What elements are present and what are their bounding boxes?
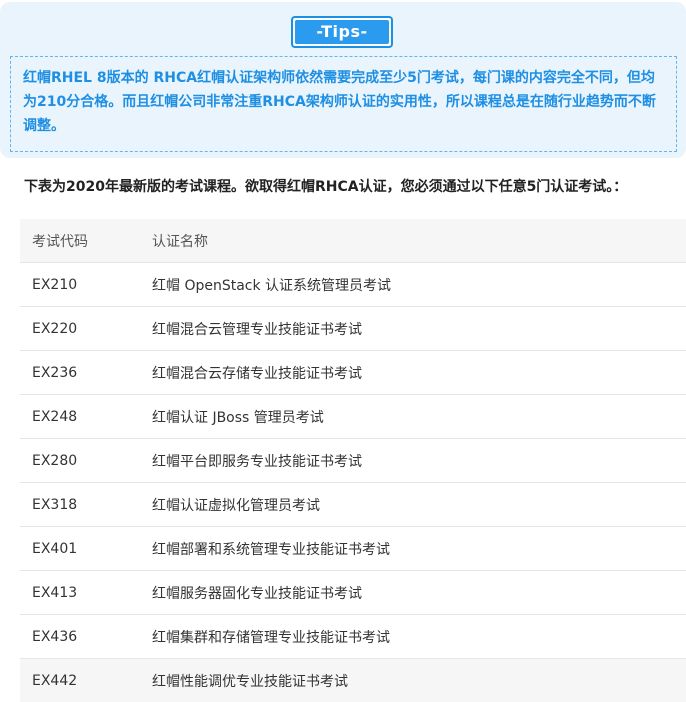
tips-text: 红帽RHEL 8版本的 RHCA红帽认证架构师依然需要完成至少5门考试，每门课的… (23, 66, 664, 138)
exam-code: EX210 (20, 263, 140, 307)
exam-code: EX280 (20, 439, 140, 483)
exam-table: 考试代码 认证名称 EX210 红帽 OpenStack 认证系统管理员考试 E… (20, 219, 686, 702)
table-header-row: 考试代码 认证名称 (20, 219, 686, 263)
exam-code: EX220 (20, 307, 140, 351)
cert-name: 红帽集群和存储管理专业技能证书考试 (140, 615, 686, 659)
exam-code: EX318 (20, 483, 140, 527)
table-row: EX236 红帽混合云存储专业技能证书考试 (20, 351, 686, 395)
table-row: EX220 红帽混合云管理专业技能证书考试 (20, 307, 686, 351)
cert-name: 红帽混合云存储专业技能证书考试 (140, 351, 686, 395)
cert-name: 红帽认证 JBoss 管理员考试 (140, 395, 686, 439)
cert-name: 红帽认证虚拟化管理员考试 (140, 483, 686, 527)
table-row: EX413 红帽服务器固化专业技能证书考试 (20, 571, 686, 615)
tips-badge: -Tips- (291, 16, 393, 48)
cert-name: 红帽平台即服务专业技能证书考试 (140, 439, 686, 483)
table-row: EX210 红帽 OpenStack 认证系统管理员考试 (20, 263, 686, 307)
table-row: EX442 红帽性能调优专业技能证书考试 (20, 659, 686, 702)
cert-name: 红帽性能调优专业技能证书考试 (140, 659, 686, 702)
exam-code: EX236 (20, 351, 140, 395)
cert-name: 红帽部署和系统管理专业技能证书考试 (140, 527, 686, 571)
cert-name: 红帽混合云管理专业技能证书考试 (140, 307, 686, 351)
intro-text: 下表为2020年最新版的考试课程。欲取得红帽RHCA认证，您必须通过以下任意5门… (24, 177, 674, 197)
tips-box: 红帽RHEL 8版本的 RHCA红帽认证架构师依然需要完成至少5门考试，每门课的… (10, 56, 677, 152)
exam-code: EX401 (20, 527, 140, 571)
exam-code: EX436 (20, 615, 140, 659)
header-cert-name: 认证名称 (140, 219, 686, 263)
cert-name: 红帽 OpenStack 认证系统管理员考试 (140, 263, 686, 307)
table-row: EX248 红帽认证 JBoss 管理员考试 (20, 395, 686, 439)
tips-badge-label: -Tips- (295, 20, 389, 44)
table-row: EX318 红帽认证虚拟化管理员考试 (20, 483, 686, 527)
header-exam-code: 考试代码 (20, 219, 140, 263)
exam-code: EX442 (20, 659, 140, 702)
tips-panel: -Tips- 红帽RHEL 8版本的 RHCA红帽认证架构师依然需要完成至少5门… (0, 2, 686, 158)
cert-name: 红帽服务器固化专业技能证书考试 (140, 571, 686, 615)
table-row: EX280 红帽平台即服务专业技能证书考试 (20, 439, 686, 483)
table-row: EX401 红帽部署和系统管理专业技能证书考试 (20, 527, 686, 571)
exam-code: EX413 (20, 571, 140, 615)
exam-code: EX248 (20, 395, 140, 439)
table-row: EX436 红帽集群和存储管理专业技能证书考试 (20, 615, 686, 659)
